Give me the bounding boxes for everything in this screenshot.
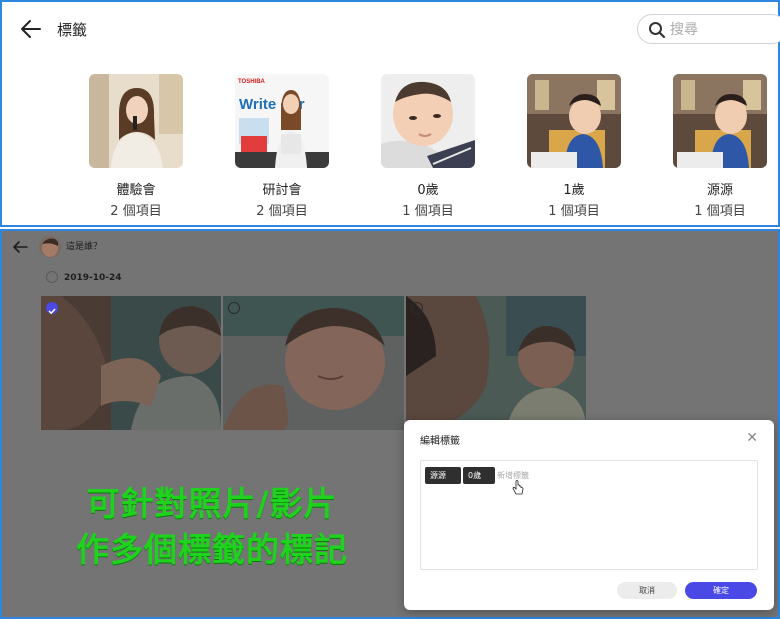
select-radio-icon[interactable]	[228, 302, 240, 314]
tag-card-seminar[interactable]: TOSHIBA Write our 研討會 2 個項目	[212, 73, 352, 223]
tag-count: 2 個項目	[256, 204, 308, 219]
tag-chip-age-0[interactable]: 0歲	[463, 467, 495, 484]
tag-thumbnail	[89, 74, 183, 168]
tag-card-age-0[interactable]: 0歲 1 個項目	[358, 73, 498, 223]
tag-name: 體驗會	[116, 183, 156, 198]
tag-count: 2 個項目	[110, 204, 162, 219]
dialog-title: 編輯標籤	[420, 436, 460, 447]
tag-card-experience[interactable]: 體驗會 2 個項目	[66, 73, 206, 223]
tag-thumbnail	[381, 74, 475, 168]
tag-thumbnail: TOSHIBA Write our	[235, 74, 329, 168]
close-icon[interactable]: ✕	[746, 430, 758, 446]
tag-count: 1 個項目	[548, 204, 600, 219]
edit-tags-dialog: 編輯標籤 ✕ 源源 0歲 取消 確定	[404, 420, 774, 610]
select-all-radio[interactable]	[46, 271, 58, 283]
tag-count: 1 個項目	[402, 204, 454, 219]
thumb-brand-text: TOSHIBA	[238, 79, 266, 85]
photo-item[interactable]	[41, 296, 221, 430]
select-radio-icon[interactable]	[411, 302, 423, 314]
tag-card-age-1[interactable]: 1歲 1 個項目	[504, 73, 644, 223]
selected-check-icon[interactable]	[46, 302, 58, 315]
search-box[interactable]	[637, 14, 780, 44]
tag-card-yuanyuan[interactable]: 源源 1 個項目	[650, 73, 780, 223]
avatar	[39, 236, 61, 258]
tag-name: 0歲	[417, 183, 439, 198]
tag-name: 源源	[706, 183, 733, 198]
album-title: 這是誰？	[66, 242, 103, 252]
tag-editor[interactable]: 源源 0歲	[420, 460, 758, 570]
date-label: 2019-10-24	[64, 273, 122, 283]
search-icon	[649, 22, 666, 39]
confirm-button[interactable]: 確定	[685, 582, 757, 599]
back-arrow-icon[interactable]	[18, 16, 44, 42]
photo-item[interactable]	[223, 296, 404, 430]
tag-name: 1歲	[563, 183, 585, 198]
caption-line-1: 可針對照片/影片	[86, 484, 338, 523]
caption-line-2: 作多個標籤的標記	[76, 530, 348, 569]
tag-count: 1 個項目	[694, 204, 746, 219]
page-title: 標籤	[57, 21, 88, 39]
search-input[interactable]	[670, 20, 770, 40]
new-tag-input[interactable]	[497, 467, 557, 484]
tag-chip-yuanyuan[interactable]: 源源	[425, 467, 461, 484]
cancel-button[interactable]: 取消	[617, 582, 677, 599]
hand-cursor-icon	[512, 480, 524, 495]
tag-name: 研討會	[262, 183, 302, 198]
photo-item[interactable]	[406, 296, 586, 430]
tags-panel: 標籤 體驗會 2 個項目 TOSHIBA	[0, 0, 780, 227]
tag-thumbnail	[673, 74, 767, 168]
back-arrow-icon[interactable]	[11, 239, 29, 255]
tag-thumbnail	[527, 74, 621, 168]
